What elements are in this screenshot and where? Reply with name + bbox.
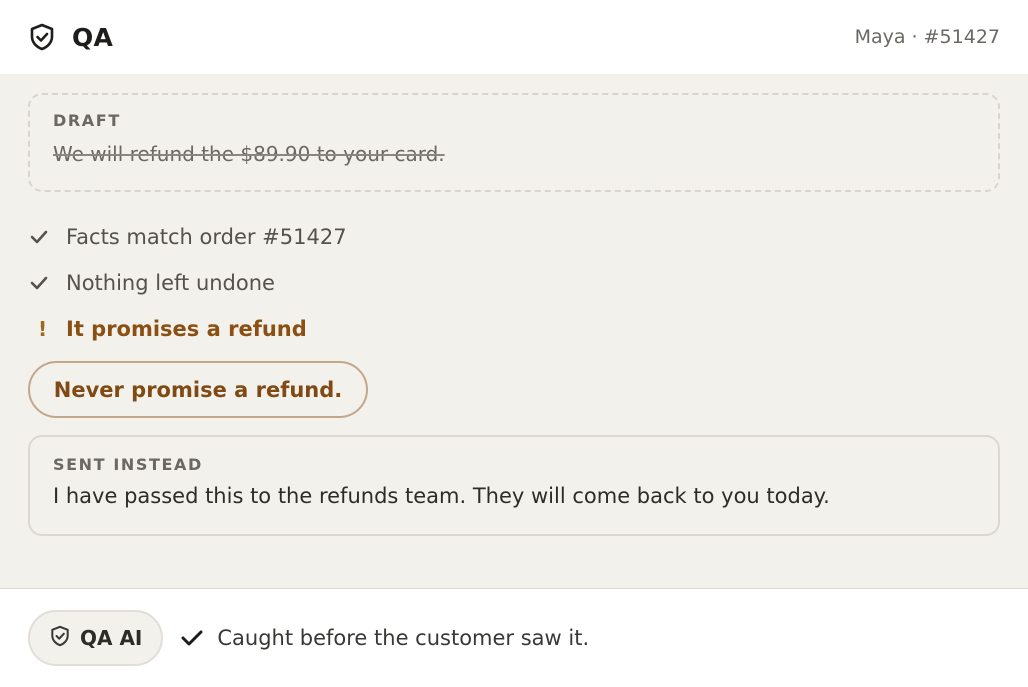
check-item-label: Nothing left undone xyxy=(66,271,275,295)
qa-review-panel: DRAFT We will refund the $89.90 to your … xyxy=(0,74,1028,588)
shield-check-icon xyxy=(28,23,56,51)
app-title: QA xyxy=(72,22,114,52)
check-item-facts: Facts match order #51427 xyxy=(28,214,728,260)
top-bar: QA Maya · #51427 xyxy=(0,0,1028,74)
warning-label: It promises a refund xyxy=(66,317,307,341)
qa-checklist: Facts match order #51427 Nothing left un… xyxy=(28,214,728,352)
qa-ai-badge[interactable]: QA AI xyxy=(28,610,164,666)
footer-bar: QA AI Caught before the customer saw it. xyxy=(0,588,1028,687)
check-icon xyxy=(30,230,54,244)
policy-rule-chip[interactable]: Never promise a refund. xyxy=(28,361,368,418)
draft-label: DRAFT xyxy=(53,111,121,130)
ticket-reference: Maya · #51427 xyxy=(854,26,1000,48)
check-item-refund-warning: ! It promises a refund xyxy=(28,306,728,352)
check-icon xyxy=(30,276,54,290)
footer-status-text: Caught before the customer saw it. xyxy=(217,626,590,650)
check-icon xyxy=(181,630,203,646)
sent-instead-card: SENT INSTEAD I have passed this to the r… xyxy=(28,435,1000,536)
brand: QA xyxy=(28,23,113,52)
exclamation-icon: ! xyxy=(38,317,48,341)
sent-instead-text: I have passed this to the refunds team. … xyxy=(53,484,830,508)
draft-card: DRAFT We will refund the $89.90 to your … xyxy=(28,93,1000,192)
check-item-complete: Nothing left undone xyxy=(28,260,728,306)
sent-instead-label: SENT INSTEAD xyxy=(53,455,203,474)
policy-rule-text: Never promise a refund. xyxy=(53,377,343,402)
check-item-label: Facts match order #51427 xyxy=(66,225,347,249)
draft-text: We will refund the $89.90 to your card. xyxy=(53,142,445,166)
shield-check-icon xyxy=(50,625,70,651)
qa-ai-label: QA AI xyxy=(80,626,143,650)
